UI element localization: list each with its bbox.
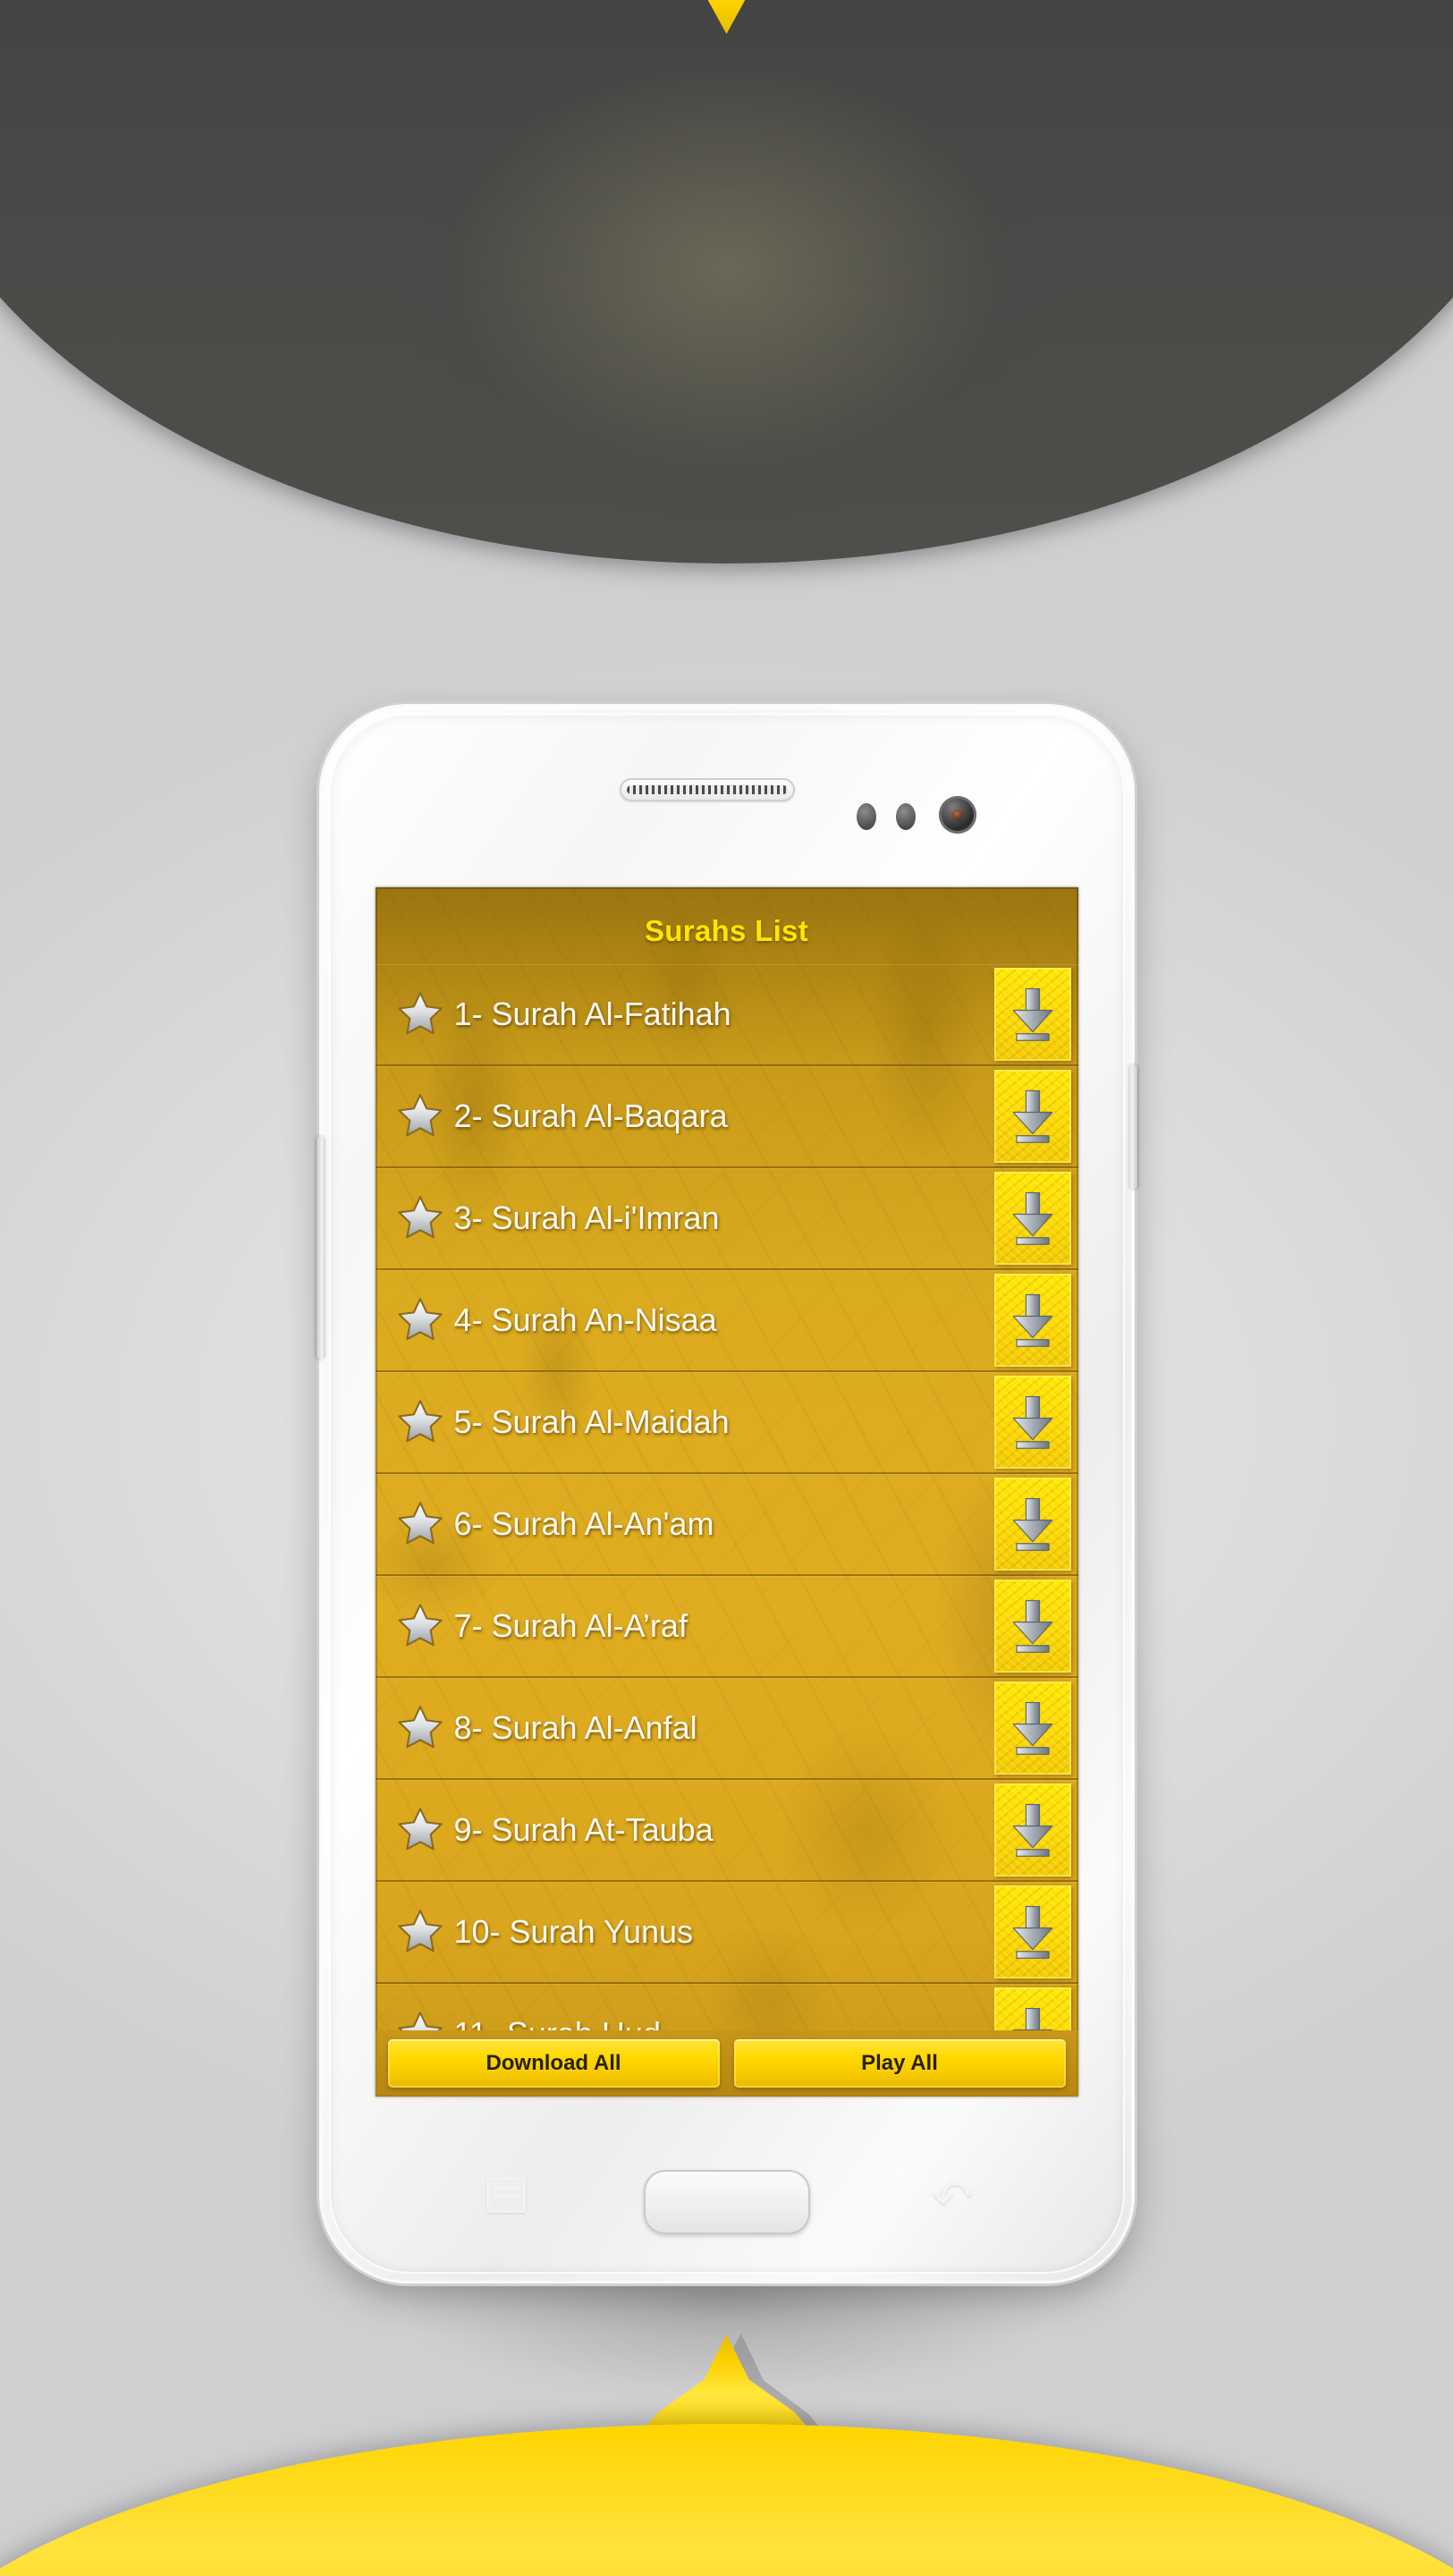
surah-row[interactable]: 4- Surah An-Nisaa xyxy=(375,1270,1078,1372)
download-icon[interactable] xyxy=(993,1478,1071,1571)
speaker-holes xyxy=(626,785,788,794)
download-all-button[interactable]: Download All xyxy=(387,2039,720,2088)
star-icon[interactable] xyxy=(395,1397,445,1447)
volume-rocker[interactable] xyxy=(316,1136,325,1360)
menu-icon[interactable] xyxy=(486,2177,526,2213)
screenshot-root: MP3Quran Fb.com/dev.ultimate.vision Sura… xyxy=(0,0,1453,2576)
top-banner-spike xyxy=(623,0,830,34)
home-button[interactable] xyxy=(643,2170,810,2234)
star-icon[interactable] xyxy=(395,1805,445,1855)
star-icon[interactable] xyxy=(395,989,445,1039)
star-icon[interactable] xyxy=(395,1499,445,1549)
star-icon[interactable] xyxy=(395,1295,445,1345)
download-icon[interactable] xyxy=(993,1885,1071,1979)
surah-row[interactable]: 11- Surah Hud xyxy=(376,1984,1078,2030)
top-banner: MP3Quran Fb.com/dev.ultimate.vision xyxy=(0,0,1453,564)
surah-row[interactable]: 9- Surah At-Tauba xyxy=(375,1780,1078,1882)
star-icon[interactable] xyxy=(395,1091,445,1141)
action-bar: Download All Play All xyxy=(375,2030,1078,2097)
surah-label: 1- Surah Al-Fatihah xyxy=(453,996,731,1032)
bottom-banner xyxy=(0,2424,1453,2576)
surah-row[interactable]: 6- Surah Al-An'am xyxy=(375,1474,1078,1576)
back-arrow-icon[interactable]: ↶ xyxy=(932,2174,973,2222)
download-icon[interactable] xyxy=(993,1070,1071,1163)
surah-label: 3- Surah Al-i'Imran xyxy=(453,1199,720,1236)
surah-label: 11- Surah Hud xyxy=(454,2015,994,2030)
phone-screen: Surahs List 1- Surah Al-Fatihah 2- Surah … xyxy=(375,887,1078,2097)
star-icon[interactable] xyxy=(395,1907,445,1957)
surah-row[interactable]: 8- Surah Al-Anfal xyxy=(375,1678,1078,1780)
surah-label: 10- Surah Yunus xyxy=(453,1913,694,1950)
surah-label: 9- Surah At-Tauba xyxy=(453,1811,714,1848)
surah-label: 6- Surah Al-An'am xyxy=(453,1505,714,1542)
surah-row[interactable]: 3- Surah Al-i'Imran xyxy=(375,1168,1078,1270)
download-icon[interactable] xyxy=(993,1784,1071,1877)
page-title: Surahs List xyxy=(644,914,808,947)
play-all-button[interactable]: Play All xyxy=(733,2039,1066,2088)
surah-label: 4- Surah An-Nisaa xyxy=(453,1301,717,1338)
surah-row[interactable]: 7- Surah Al-A’raf xyxy=(375,1576,1078,1678)
download-icon[interactable] xyxy=(993,1682,1071,1775)
star-icon[interactable] xyxy=(395,1703,445,1753)
surah-row[interactable]: 1- Surah Al-Fatihah xyxy=(375,964,1078,1066)
star-icon[interactable] xyxy=(395,2009,445,2030)
surah-row[interactable]: 10- Surah Yunus xyxy=(375,1882,1078,1984)
star-icon[interactable] xyxy=(395,1193,445,1243)
surah-label: 2- Surah Al-Baqara xyxy=(453,1097,728,1134)
download-icon[interactable] xyxy=(993,1376,1071,1469)
surah-list[interactable]: 1- Surah Al-Fatihah 2- Surah Al-Baqara 3- … xyxy=(375,964,1078,2030)
speaker-grille-icon xyxy=(619,778,795,801)
surah-label: 5- Surah Al-Maidah xyxy=(453,1403,730,1440)
download-icon[interactable] xyxy=(993,1987,1071,2030)
surah-label: 7- Surah Al-A’raf xyxy=(453,1607,688,1644)
proximity-sensor-icon xyxy=(856,803,876,830)
download-icon[interactable] xyxy=(993,1274,1071,1367)
surah-row[interactable]: 5- Surah Al-Maidah xyxy=(375,1372,1078,1474)
download-icon[interactable] xyxy=(993,1580,1071,1673)
star-icon[interactable] xyxy=(395,1601,445,1651)
surah-label: 8- Surah Al-Anfal xyxy=(453,1709,697,1746)
download-icon[interactable] xyxy=(993,968,1071,1061)
phone-mockup: Surahs List 1- Surah Al-Fatihah 2- Surah … xyxy=(316,707,1137,2281)
download-icon[interactable] xyxy=(993,1172,1071,1265)
power-button[interactable] xyxy=(1128,1064,1137,1190)
surah-row[interactable]: 2- Surah Al-Baqara xyxy=(375,1066,1078,1168)
light-sensor-icon xyxy=(895,803,916,830)
front-camera-icon xyxy=(938,796,976,834)
